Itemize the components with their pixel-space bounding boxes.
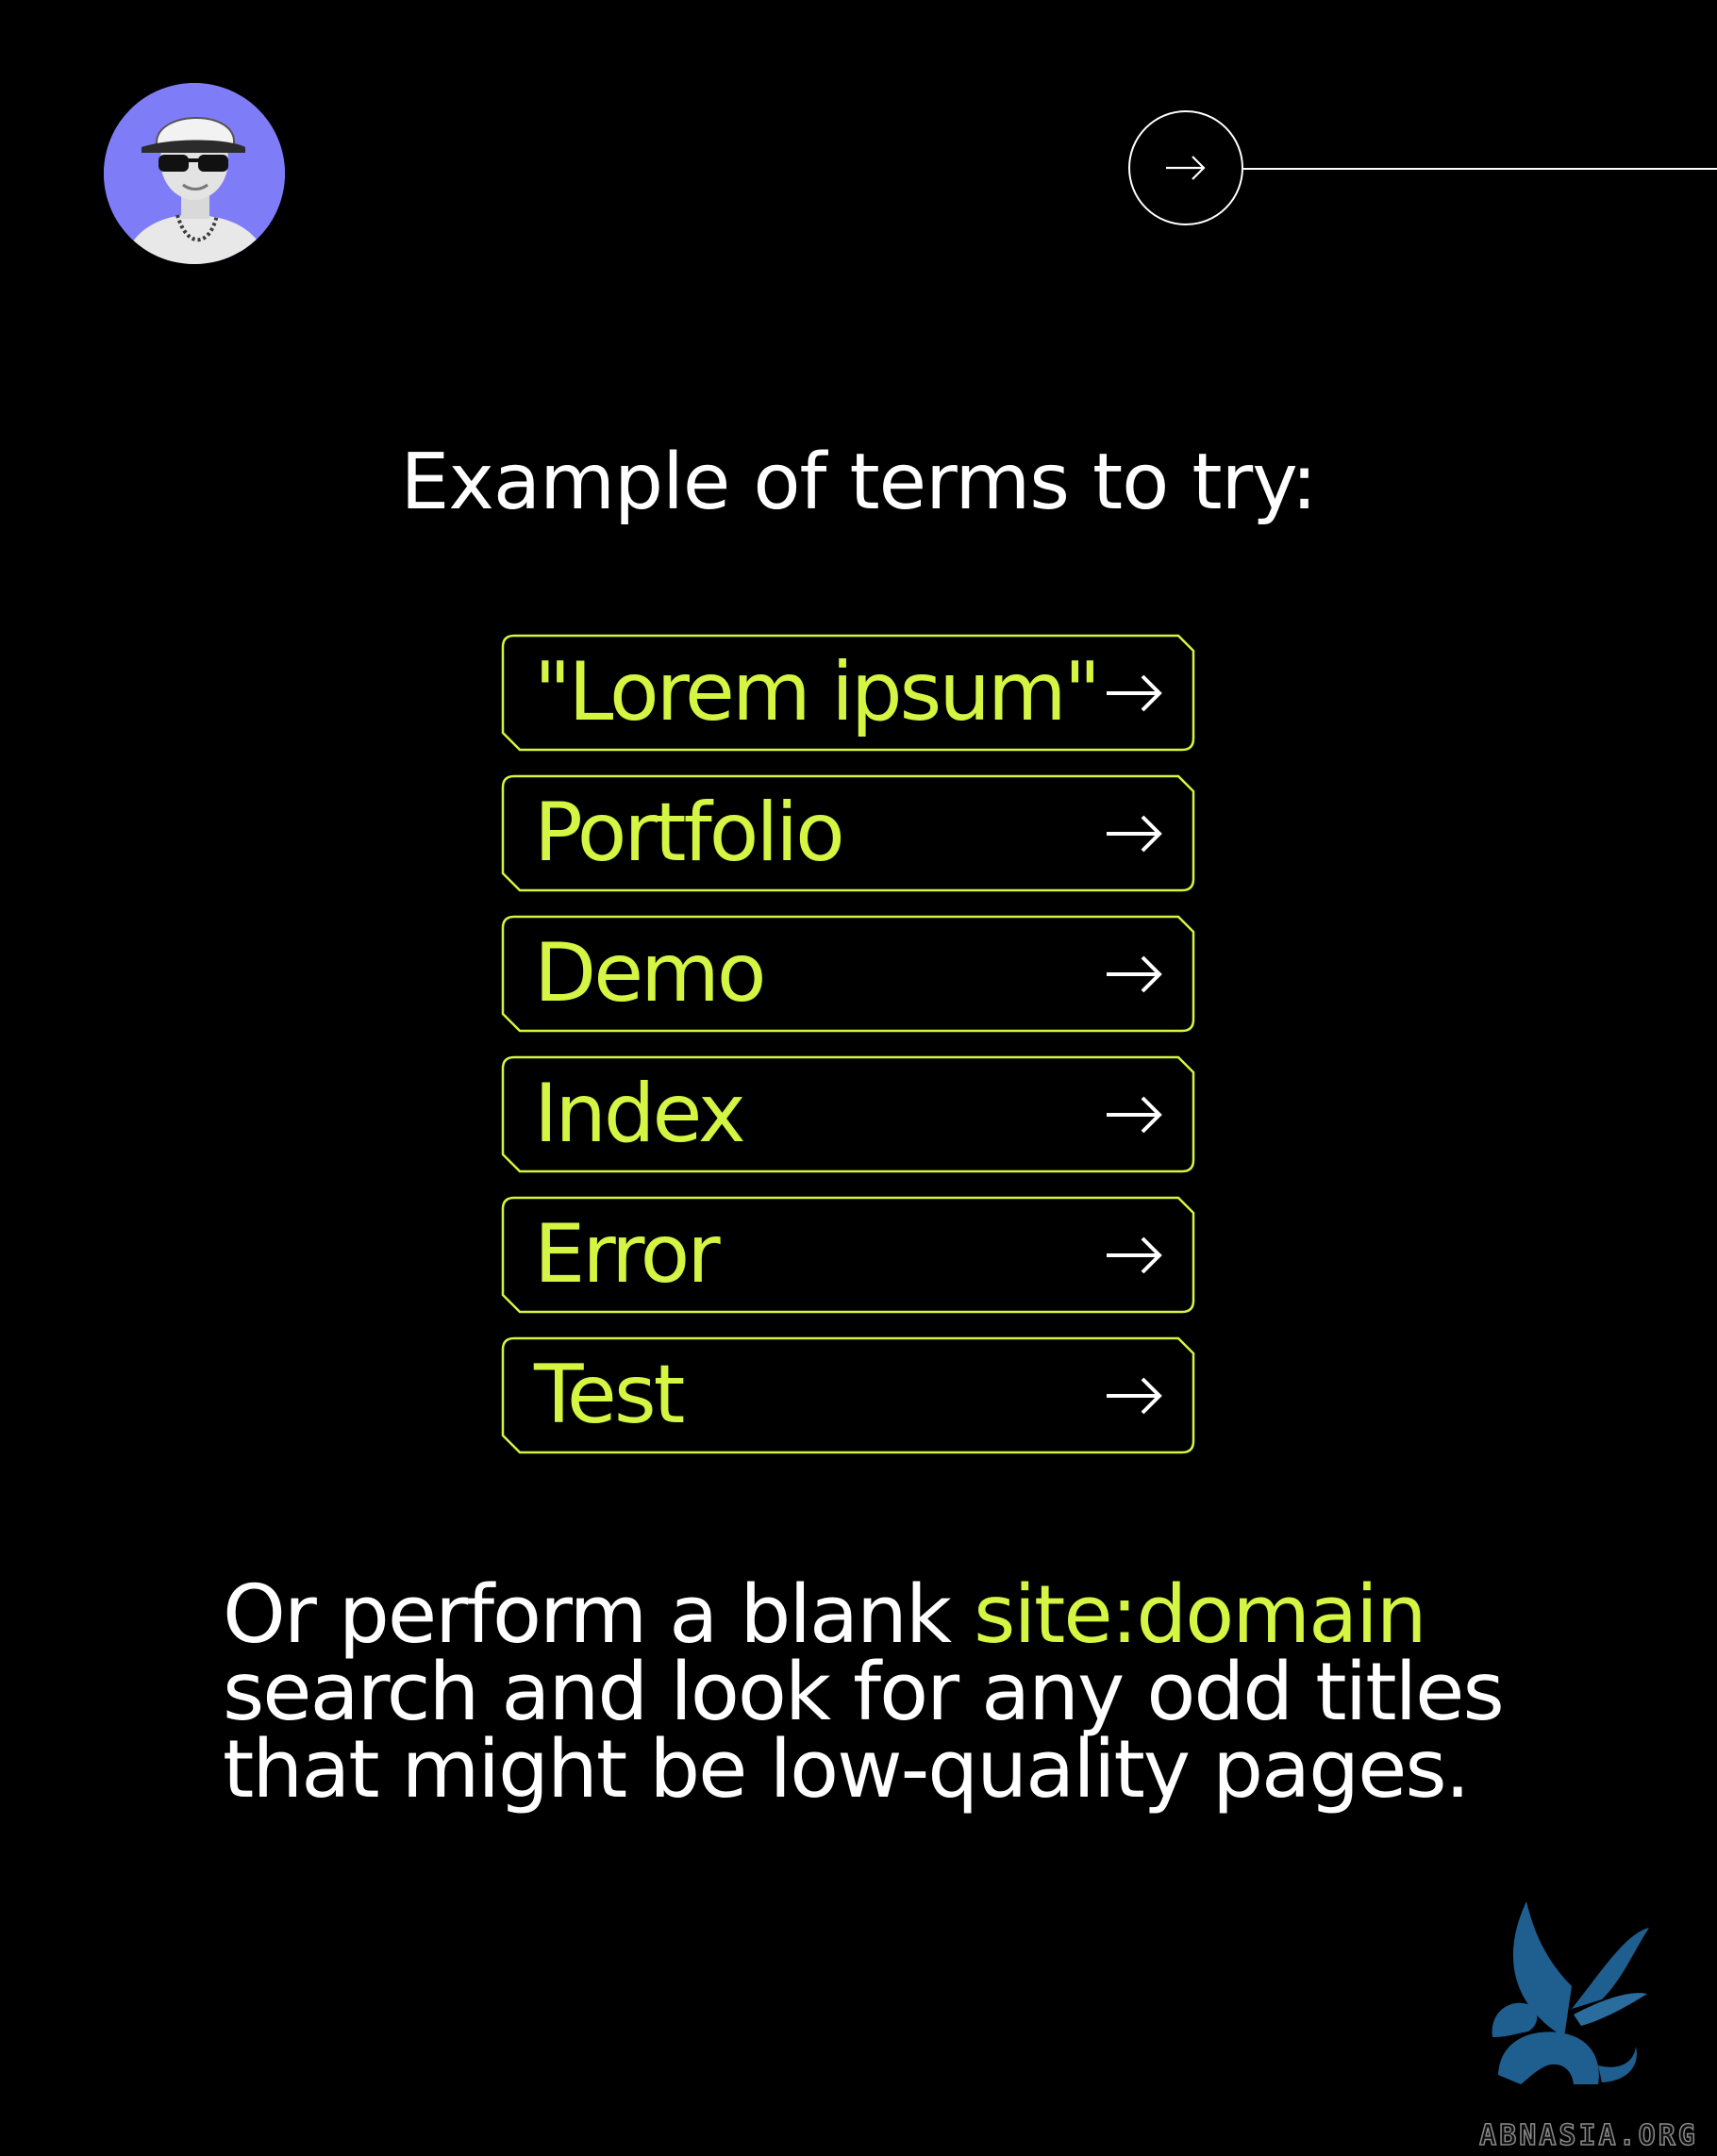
arrow-right-icon xyxy=(1101,670,1167,717)
term-item-error[interactable]: Error xyxy=(501,1196,1195,1314)
arrow-right-icon xyxy=(1101,810,1167,857)
term-list: "Lorem ipsum" Portfolio Demo Index Error… xyxy=(501,634,1195,1477)
term-item-lorem-ipsum[interactable]: "Lorem ipsum" xyxy=(501,634,1195,752)
term-label: Error xyxy=(534,1207,721,1302)
term-item-test[interactable]: Test xyxy=(501,1336,1195,1454)
arrow-right-icon xyxy=(1101,1372,1167,1419)
term-label: Demo xyxy=(534,926,767,1020)
term-item-index[interactable]: Index xyxy=(501,1055,1195,1173)
griffin-logo-icon xyxy=(1492,1901,1649,2084)
header-divider-line xyxy=(1243,168,1717,170)
arrow-right-icon xyxy=(1101,1091,1167,1138)
footer-text-suffix: search and look for any odd titles that … xyxy=(223,1646,1505,1816)
term-item-portfolio[interactable]: Portfolio xyxy=(501,774,1195,892)
avatar-person-icon xyxy=(104,83,285,264)
term-label: Portfolio xyxy=(534,786,845,880)
term-label: Test xyxy=(534,1348,685,1442)
avatar xyxy=(104,83,285,264)
watermark-text: ABNASIA.ORG xyxy=(1478,2118,1698,2153)
arrow-right-icon xyxy=(1101,951,1167,998)
next-button[interactable] xyxy=(1128,110,1243,225)
watermark: ABNASIA.ORG xyxy=(1460,1896,1717,2156)
page-title: Example of terms to try: xyxy=(400,438,1318,527)
arrow-right-icon xyxy=(1166,156,1206,180)
arrow-right-icon xyxy=(1101,1232,1167,1279)
term-item-demo[interactable]: Demo xyxy=(501,915,1195,1033)
term-label: Index xyxy=(534,1067,746,1161)
footer-paragraph: Or perform a blank site:domain search an… xyxy=(223,1575,1581,1810)
term-label: "Lorem ipsum" xyxy=(534,645,1101,739)
